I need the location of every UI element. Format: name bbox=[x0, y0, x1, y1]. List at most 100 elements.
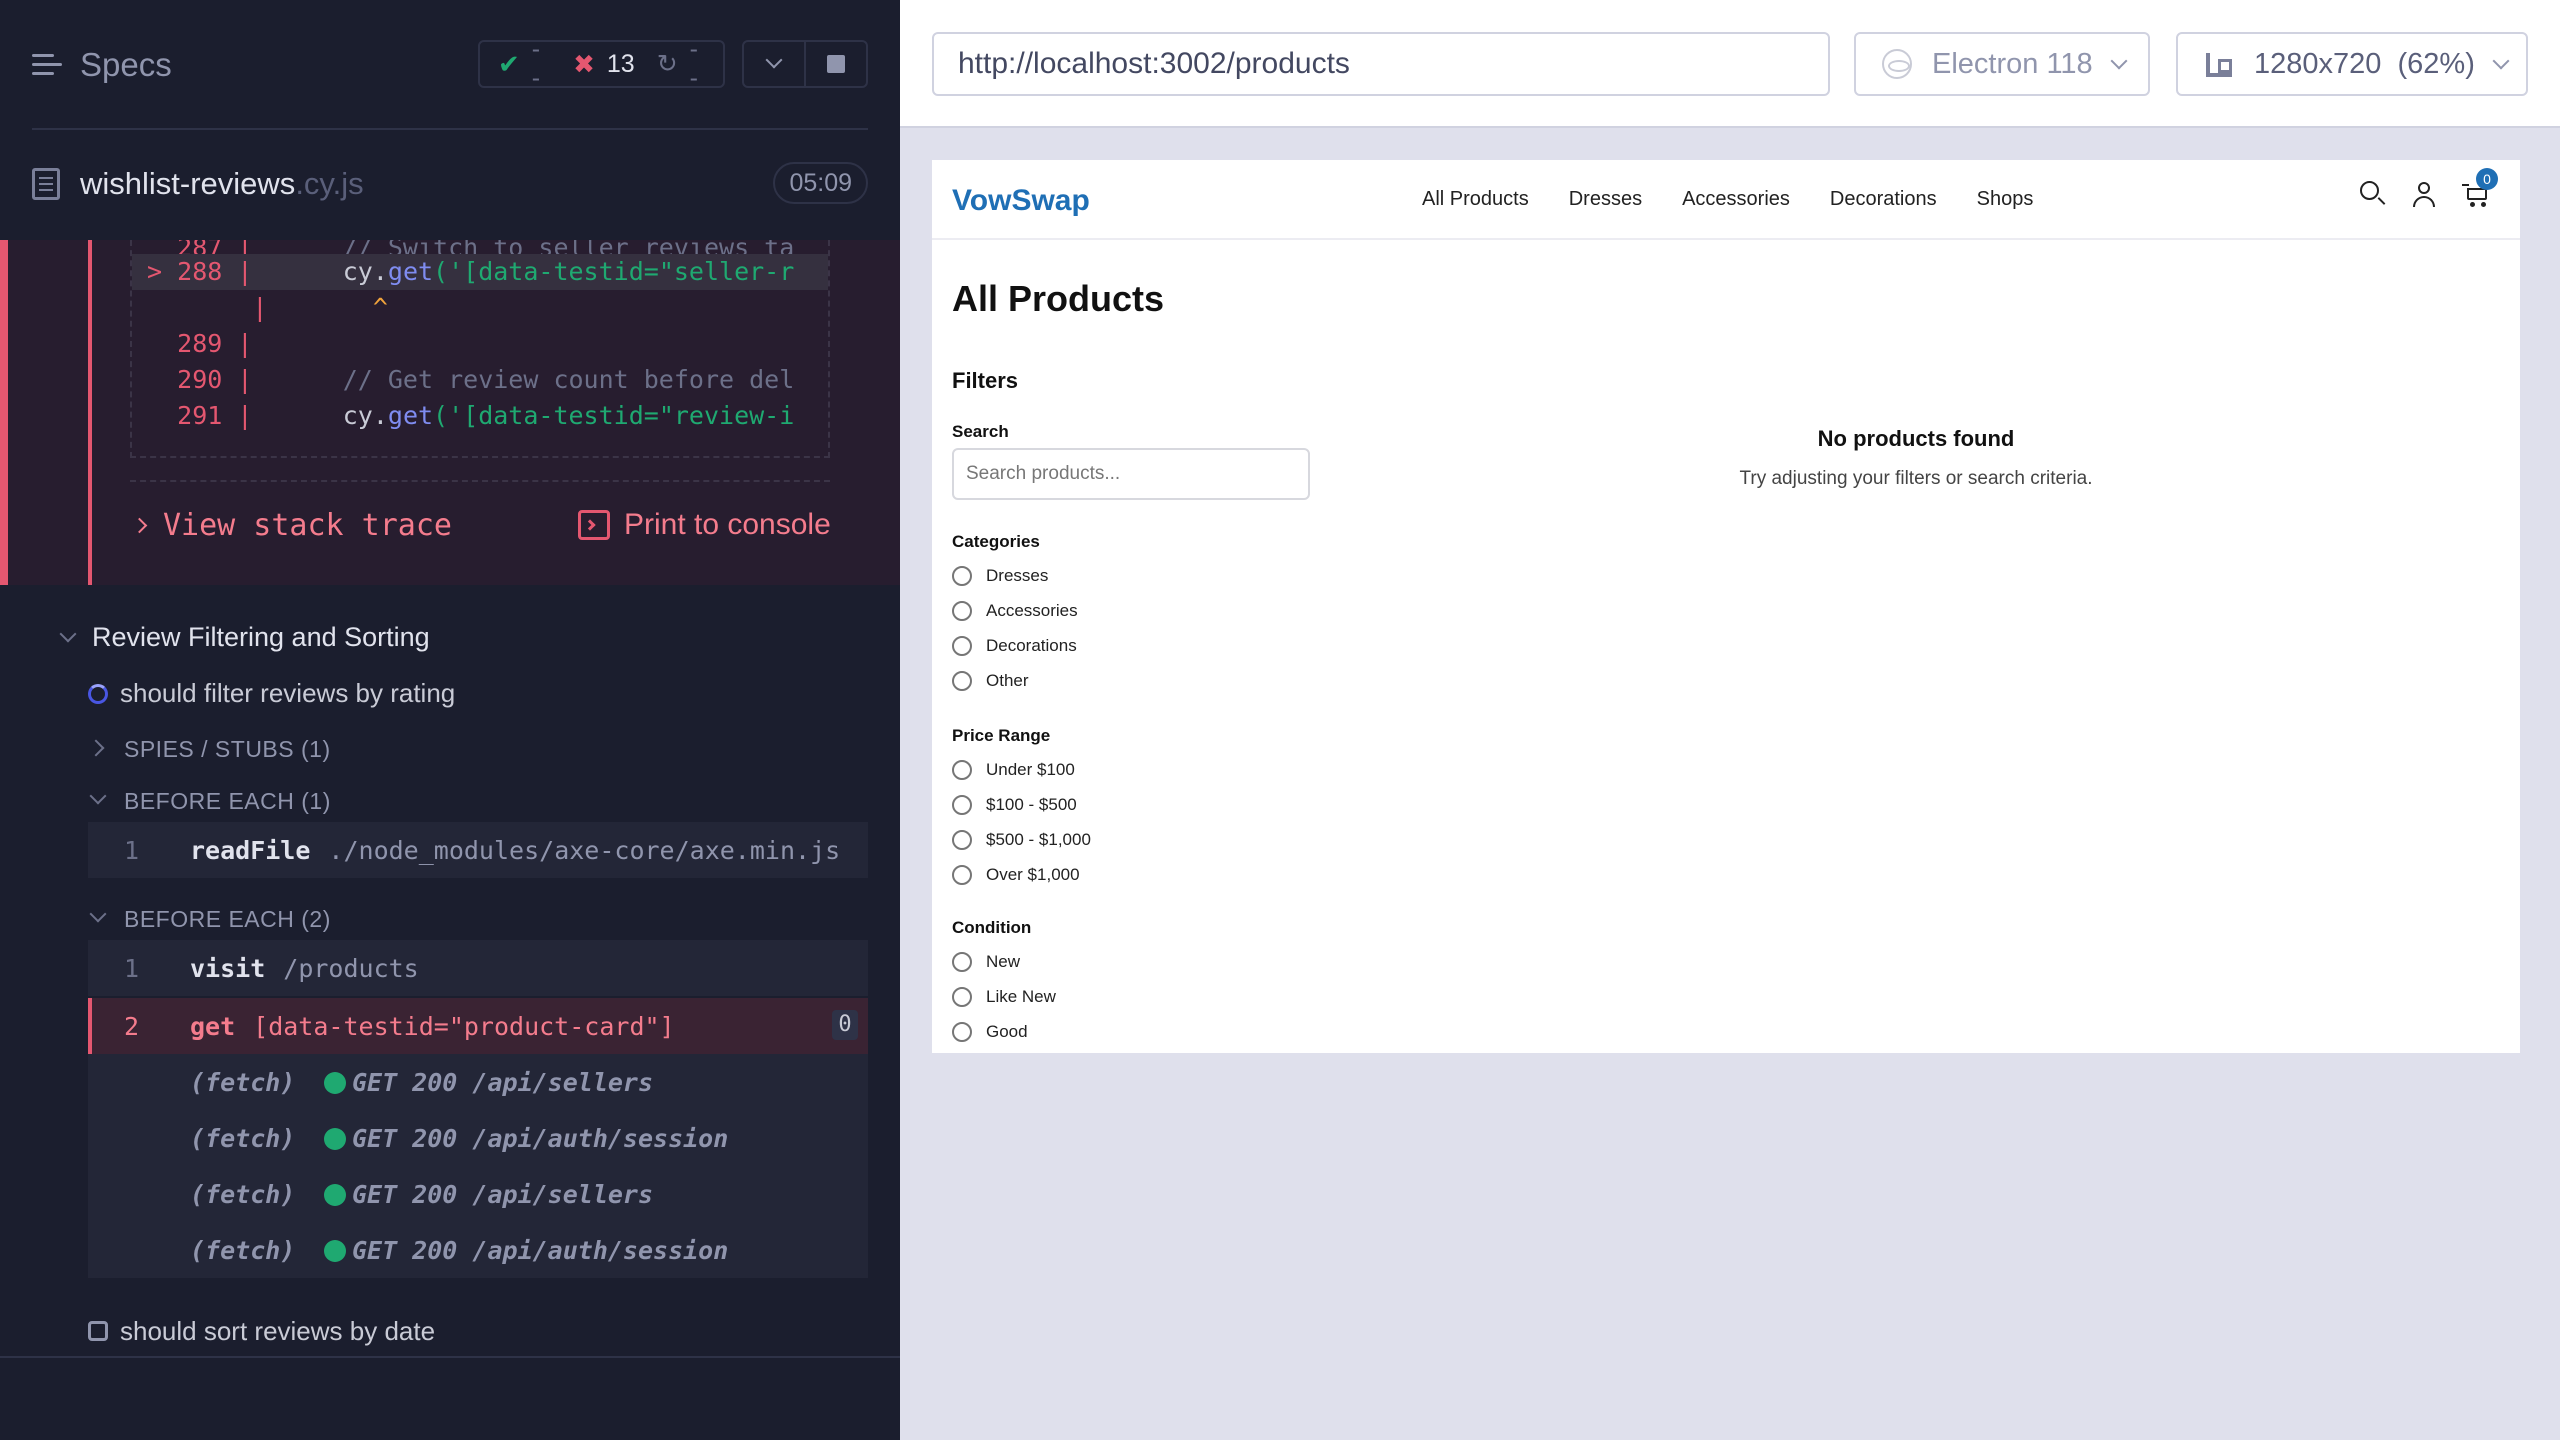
category-option-dresses[interactable]: Dresses bbox=[952, 566, 1048, 586]
run-controls bbox=[742, 40, 868, 88]
divider bbox=[130, 480, 830, 482]
fetch-row[interactable]: (fetch) GET 200 /api/sellers bbox=[88, 1166, 868, 1222]
radio-button[interactable] bbox=[952, 952, 972, 972]
price-option-500-1000[interactable]: $500 - $1,000 bbox=[952, 830, 1091, 850]
running-test-row[interactable]: should filter reviews by rating bbox=[0, 676, 900, 716]
category-option-decorations[interactable]: Decorations bbox=[952, 636, 1077, 656]
spec-extension: .cy.js bbox=[295, 166, 364, 201]
spies-stubs-toggle[interactable]: SPIES / STUBS (1) bbox=[0, 732, 900, 768]
code-line: 291 | cy.get('[data-testid="review-i bbox=[132, 398, 828, 434]
option-label: Like New bbox=[986, 987, 1056, 1006]
test-title: should filter reviews by rating bbox=[120, 678, 456, 708]
radio-button[interactable] bbox=[952, 795, 972, 815]
category-option-other[interactable]: Other bbox=[952, 671, 1029, 691]
failed-test-indicator bbox=[0, 240, 8, 585]
ruler-icon bbox=[2204, 49, 2234, 79]
chevron-down-icon bbox=[89, 905, 107, 923]
terminal-icon bbox=[578, 510, 610, 540]
browser-label: Electron 118 bbox=[1932, 47, 2093, 80]
code-line: | ^ bbox=[132, 290, 828, 326]
test-stats: ✔ -- ✖ 13 ↻ -- bbox=[478, 35, 725, 92]
filters-heading: Filters bbox=[952, 368, 1019, 393]
option-label: Other bbox=[986, 671, 1029, 690]
fetch-label: (fetch) bbox=[190, 1236, 296, 1265]
chevron-down-icon bbox=[2492, 52, 2510, 70]
price-option-under-100[interactable]: Under $100 bbox=[952, 760, 1075, 780]
fetch-row[interactable]: (fetch) GET 200 /api/sellers bbox=[88, 1054, 868, 1110]
before-each-1-toggle[interactable]: BEFORE EACH (1) bbox=[0, 784, 900, 820]
spec-file-name[interactable]: wishlist-reviews.cy.js bbox=[80, 166, 364, 202]
print-to-console-label: Print to console bbox=[624, 508, 831, 541]
nav-link-shops[interactable]: Shops bbox=[1977, 188, 2034, 211]
nav-link-decorations[interactable]: Decorations bbox=[1830, 188, 1937, 211]
specs-title: Specs bbox=[80, 46, 172, 83]
chevron-right-icon bbox=[87, 739, 105, 757]
fetch-label: (fetch) bbox=[190, 1068, 296, 1097]
code-gutter: | bbox=[222, 329, 253, 358]
condition-option-good[interactable]: Good bbox=[952, 1022, 1028, 1042]
command-number: 1 bbox=[124, 954, 140, 983]
line-number: 289 bbox=[132, 329, 223, 358]
error-panel: 287 | // Switch to seller reviews ta > 2… bbox=[0, 240, 900, 585]
radio-button[interactable] bbox=[952, 1022, 972, 1042]
command-arg: /products bbox=[283, 954, 419, 983]
nav-link-dresses[interactable]: Dresses bbox=[1569, 188, 1642, 211]
condition-option-like-new[interactable]: Like New bbox=[952, 987, 1056, 1007]
electron-icon bbox=[1882, 49, 1912, 79]
code-comment: // Get review count before del bbox=[252, 365, 795, 394]
price-option-over-1000[interactable]: Over $1,000 bbox=[952, 865, 1080, 885]
suite-row[interactable]: Review Filtering and Sorting bbox=[0, 620, 900, 660]
code-text: cy. bbox=[252, 257, 388, 286]
chevron-down-icon bbox=[89, 787, 107, 805]
before-each-2-toggle[interactable]: BEFORE EACH (2) bbox=[0, 902, 900, 938]
command-number: 2 bbox=[124, 1012, 140, 1041]
radio-button[interactable] bbox=[952, 830, 972, 850]
url-input[interactable]: http://localhost:3002/products bbox=[932, 32, 1830, 96]
failed-count: 13 bbox=[606, 49, 635, 78]
nav-link-all-products[interactable]: All Products bbox=[1422, 188, 1529, 211]
radio-button[interactable] bbox=[952, 987, 972, 1007]
expand-dropdown-button[interactable] bbox=[744, 42, 806, 86]
command-row[interactable]: 1 readFile ./node_modules/axe-core/axe.mi… bbox=[88, 822, 868, 878]
cart-icon[interactable]: 0 bbox=[2462, 168, 2498, 208]
nav-link-accessories[interactable]: Accessories bbox=[1682, 188, 1790, 211]
status-dot-icon bbox=[324, 1240, 346, 1262]
option-label: Under $100 bbox=[986, 760, 1075, 779]
check-icon: ✔ bbox=[498, 48, 520, 79]
specs-toggle[interactable]: Specs bbox=[32, 46, 172, 84]
stop-button[interactable] bbox=[806, 42, 866, 86]
code-gutter: | bbox=[222, 401, 253, 430]
price-option-100-500[interactable]: $100 - $500 bbox=[952, 795, 1077, 815]
command-row[interactable]: 1 visit/products bbox=[88, 940, 868, 996]
site-logo[interactable]: VowSwap bbox=[952, 184, 1090, 218]
condition-option-new[interactable]: New bbox=[952, 952, 1020, 972]
fetch-row[interactable]: (fetch) GET 200 /api/auth/session bbox=[88, 1110, 868, 1166]
document-icon bbox=[32, 168, 60, 200]
view-stack-trace-button[interactable]: View stack trace bbox=[131, 508, 452, 543]
failed-command-row[interactable]: 2 get [data-testid="product-card"] 0 bbox=[88, 998, 868, 1054]
fetch-row[interactable]: (fetch) GET 200 /api/auth/session bbox=[88, 1222, 868, 1278]
viewport-selector[interactable]: 1280x720 (62%) bbox=[2176, 32, 2528, 96]
category-option-accessories[interactable]: Accessories bbox=[952, 601, 1078, 621]
radio-button[interactable] bbox=[952, 636, 972, 656]
command-name: visit bbox=[190, 954, 266, 983]
search-icon[interactable] bbox=[2360, 181, 2386, 207]
status-dot-icon bbox=[324, 1128, 346, 1150]
pending-test-row[interactable]: should sort reviews by date bbox=[0, 1312, 900, 1352]
radio-button[interactable] bbox=[952, 671, 972, 691]
radio-button[interactable] bbox=[952, 865, 972, 885]
print-to-console-button[interactable]: Print to console bbox=[578, 508, 831, 542]
radio-button[interactable] bbox=[952, 601, 972, 621]
radio-button[interactable] bbox=[952, 760, 972, 780]
pending-count: -- bbox=[689, 35, 698, 92]
browser-selector[interactable]: Electron 118 bbox=[1854, 32, 2150, 96]
user-icon[interactable] bbox=[2412, 180, 2436, 208]
line-number: 291 bbox=[132, 401, 223, 430]
site-navbar: VowSwap All Products Dresses Accessories… bbox=[932, 160, 2520, 240]
before-each-label: BEFORE EACH (2) bbox=[124, 906, 331, 932]
fetch-label: (fetch) bbox=[190, 1124, 296, 1153]
radio-button[interactable] bbox=[952, 566, 972, 586]
chevron-down-icon bbox=[59, 625, 77, 643]
pending-checkbox-icon bbox=[88, 1321, 108, 1341]
viewport-label: 1280x720 (62%) bbox=[2254, 47, 2475, 80]
